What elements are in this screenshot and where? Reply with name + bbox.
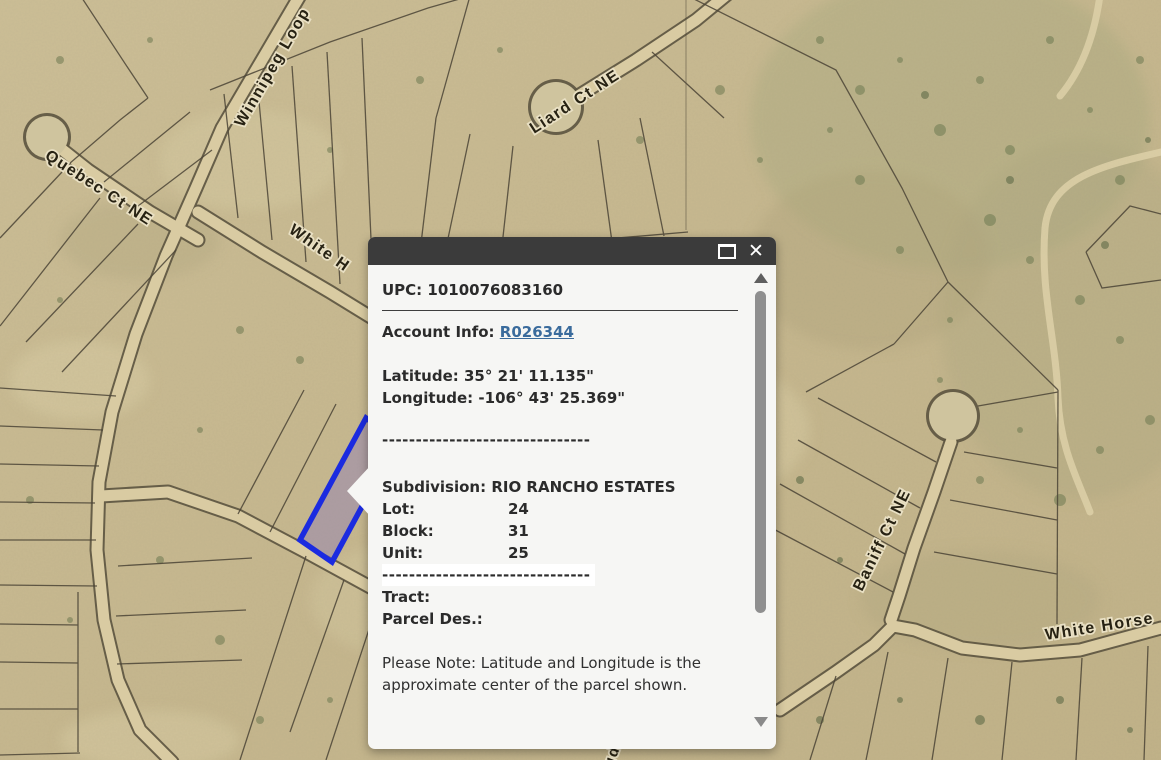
upc-value: 1010076083160 — [427, 281, 563, 299]
close-button[interactable]: ✕ — [746, 241, 766, 261]
subdivision-value: RIO RANCHO ESTATES — [491, 478, 675, 496]
dashed-separator-2-text: ------------------------------- — [382, 564, 595, 586]
banff-culdesac — [929, 392, 977, 440]
account-link[interactable]: R026344 — [500, 323, 574, 341]
block-row: Block: 31 — [382, 520, 734, 542]
app-window: Winnipeg Loop Quebec Ct NE Liard Ct NE W… — [0, 0, 1161, 760]
lot-value: 24 — [508, 498, 529, 520]
account-row: Account Info: R026344 — [382, 321, 734, 343]
latitude-row: Latitude: 35° 21' 11.135" — [382, 365, 734, 387]
unit-label: Unit: — [382, 542, 508, 564]
subdivision-row: Subdivision: RIO RANCHO ESTATES — [382, 476, 734, 498]
unit-value: 25 — [508, 542, 529, 564]
dashed-separator-2: ------------------------------- — [382, 564, 734, 586]
longitude-value: -106° 43' 25.369" — [478, 389, 625, 407]
close-icon: ✕ — [748, 242, 764, 261]
longitude-label: Longitude: — [382, 389, 473, 407]
unit-row: Unit: 25 — [382, 542, 734, 564]
account-label: Account Info: — [382, 323, 495, 341]
dashed-separator-1: ------------------------------- — [382, 429, 734, 451]
block-label: Block: — [382, 520, 508, 542]
note-text: Please Note: Latitude and Longitude is t… — [382, 652, 724, 696]
scroll-up-arrow-icon[interactable] — [754, 273, 768, 283]
maximize-icon — [718, 244, 736, 259]
popup-content: UPC: 1010076083160 Account Info: R026344… — [368, 265, 776, 749]
maximize-button[interactable] — [717, 241, 737, 261]
popup-scrollbar[interactable] — [753, 273, 769, 739]
parcel-des-row: Parcel Des.: — [382, 608, 734, 630]
latitude-value: 35° 21' 11.135" — [464, 367, 594, 385]
lot-label: Lot: — [382, 498, 508, 520]
upc-label: UPC: — [382, 281, 422, 299]
subdivision-label: Subdivision: — [382, 478, 486, 496]
longitude-row: Longitude: -106° 43' 25.369" — [382, 387, 734, 409]
tract-row: Tract: — [382, 586, 734, 608]
lot-row: Lot: 24 — [382, 498, 734, 520]
block-value: 31 — [508, 520, 529, 542]
scrollbar-thumb[interactable] — [755, 291, 766, 613]
scroll-down-arrow-icon[interactable] — [754, 717, 768, 727]
popup-titlebar[interactable]: ✕ — [368, 237, 776, 265]
divider-line — [382, 310, 738, 311]
latitude-label: Latitude: — [382, 367, 459, 385]
parcel-info-popup: ✕ UPC: 1010076083160 Account Info: R0263… — [368, 237, 776, 749]
upc-row: UPC: 1010076083160 — [382, 279, 734, 301]
